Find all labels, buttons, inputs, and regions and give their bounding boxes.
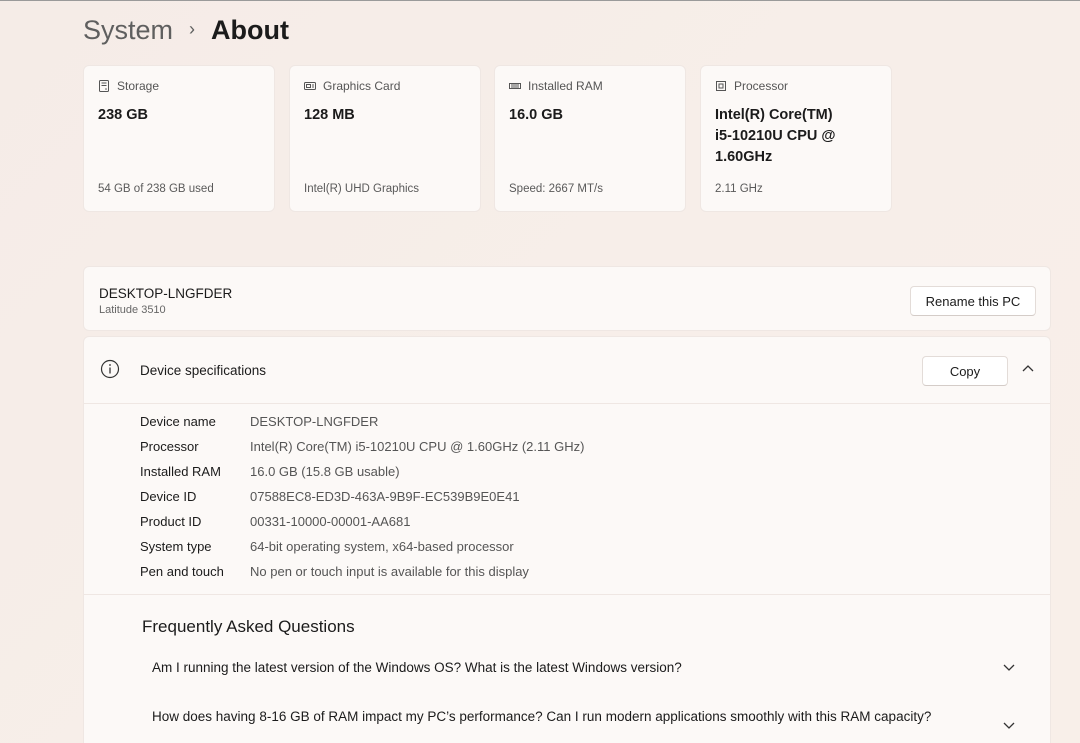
- installed-ram-card: Installed RAM 16.0 GB Speed: 2667 MT/s: [494, 65, 686, 212]
- spec-value: DESKTOP-LNGFDER: [250, 414, 379, 429]
- processor-value-line: 1.60GHz: [715, 149, 773, 165]
- processor-card: Processor Intel(R) Core(TM) i5-10210U CP…: [700, 65, 892, 212]
- spec-label: Device name: [140, 414, 216, 429]
- copy-button[interactable]: Copy: [922, 356, 1008, 386]
- graphics-card-label: Graphics Card: [323, 79, 401, 93]
- spec-label: Product ID: [140, 514, 202, 529]
- graphics-card-footer: Intel(R) UHD Graphics: [304, 183, 420, 195]
- graphics-card-icon: [304, 82, 316, 90]
- graphics-card-card: Graphics Card 128 MB Intel(R) UHD Graphi…: [289, 65, 481, 212]
- spec-label: Device ID: [140, 489, 197, 504]
- graphics-card-value: 128 MB: [304, 107, 355, 123]
- pc-model: Latitude 3510: [99, 304, 166, 316]
- spec-row-device-id: Device ID 07588EC8-ED3D-463A-9B9F-EC539B…: [140, 489, 520, 507]
- spec-label: Pen and touch: [140, 564, 224, 579]
- spec-row-pen-and-touch: Pen and touch No pen or touch input is a…: [140, 564, 529, 582]
- storage-icon: [99, 80, 109, 92]
- spec-row-installed-ram: Installed RAM 16.0 GB (15.8 GB usable): [140, 464, 400, 482]
- storage-card: Storage 238 GB 54 GB of 238 GB used: [83, 65, 275, 212]
- processor-icon: [716, 81, 726, 91]
- window-top-border: [0, 0, 1080, 1]
- installed-ram-footer: Speed: 2667 MT/s: [509, 183, 603, 195]
- divider: [84, 403, 1050, 404]
- spec-row-product-id: Product ID 00331-10000-00001-AA681: [140, 514, 410, 532]
- spec-value: No pen or touch input is available for t…: [250, 564, 529, 579]
- chevron-up-icon[interactable]: [1021, 362, 1035, 376]
- processor-value-line: Intel(R) Core(TM): [715, 107, 833, 123]
- spec-value: 64-bit operating system, x64-based proce…: [250, 539, 514, 554]
- installed-ram-value: 16.0 GB: [509, 107, 563, 123]
- installed-ram-label: Installed RAM: [528, 79, 603, 93]
- page-title: About: [211, 14, 289, 45]
- device-specifications-panel: Device specifications Copy Device name D…: [83, 336, 1051, 743]
- faq-question[interactable]: How does having 8-16 GB of RAM impact my…: [152, 709, 931, 724]
- chevron-down-icon[interactable]: [1002, 718, 1016, 732]
- spec-value: Intel(R) Core(TM) i5-10210U CPU @ 1.60GH…: [250, 439, 585, 454]
- spec-value: 16.0 GB (15.8 GB usable): [250, 464, 400, 479]
- spec-value: 07588EC8-ED3D-463A-9B9F-EC539B9E0E41: [250, 489, 520, 504]
- spec-label: System type: [140, 539, 212, 554]
- rename-pc-button[interactable]: Rename this PC: [910, 286, 1036, 316]
- spec-row-processor: Processor Intel(R) Core(TM) i5-10210U CP…: [140, 439, 584, 457]
- storage-card-label: Storage: [117, 79, 160, 93]
- breadcrumb-system-link[interactable]: System: [83, 15, 173, 46]
- processor-value-line: i5-10210U CPU @: [715, 128, 836, 144]
- storage-card-value: 238 GB: [98, 107, 148, 123]
- processor-footer: 2.11 GHz: [715, 183, 763, 195]
- pc-name: DESKTOP-LNGFDER: [99, 286, 233, 301]
- spec-label: Installed RAM: [140, 464, 221, 479]
- processor-value: Intel(R) Core(TM) i5-10210U CPU @ 1.60GH…: [715, 105, 836, 168]
- spec-label: Processor: [140, 439, 199, 454]
- faq-question[interactable]: Am I running the latest version of the W…: [152, 660, 682, 675]
- processor-label: Processor: [734, 79, 789, 93]
- spec-row-system-type: System type 64-bit operating system, x64…: [140, 539, 514, 557]
- ram-icon: [509, 83, 521, 89]
- info-icon: [100, 359, 120, 379]
- spec-value: 00331-10000-00001-AA681: [250, 514, 411, 529]
- spec-row-device-name: Device name DESKTOP-LNGFDER: [140, 414, 378, 432]
- storage-card-footer: 54 GB of 238 GB used: [98, 183, 214, 195]
- divider: [84, 594, 1050, 595]
- device-name-panel: DESKTOP-LNGFDER Latitude 3510 Rename thi…: [83, 266, 1051, 331]
- chevron-down-icon[interactable]: [1002, 660, 1016, 674]
- breadcrumb-chevron-icon: ›: [189, 18, 196, 39]
- breadcrumb: System › About: [83, 12, 289, 48]
- device-specifications-title: Device specifications: [140, 363, 267, 378]
- faq-title: Frequently Asked Questions: [142, 617, 355, 636]
